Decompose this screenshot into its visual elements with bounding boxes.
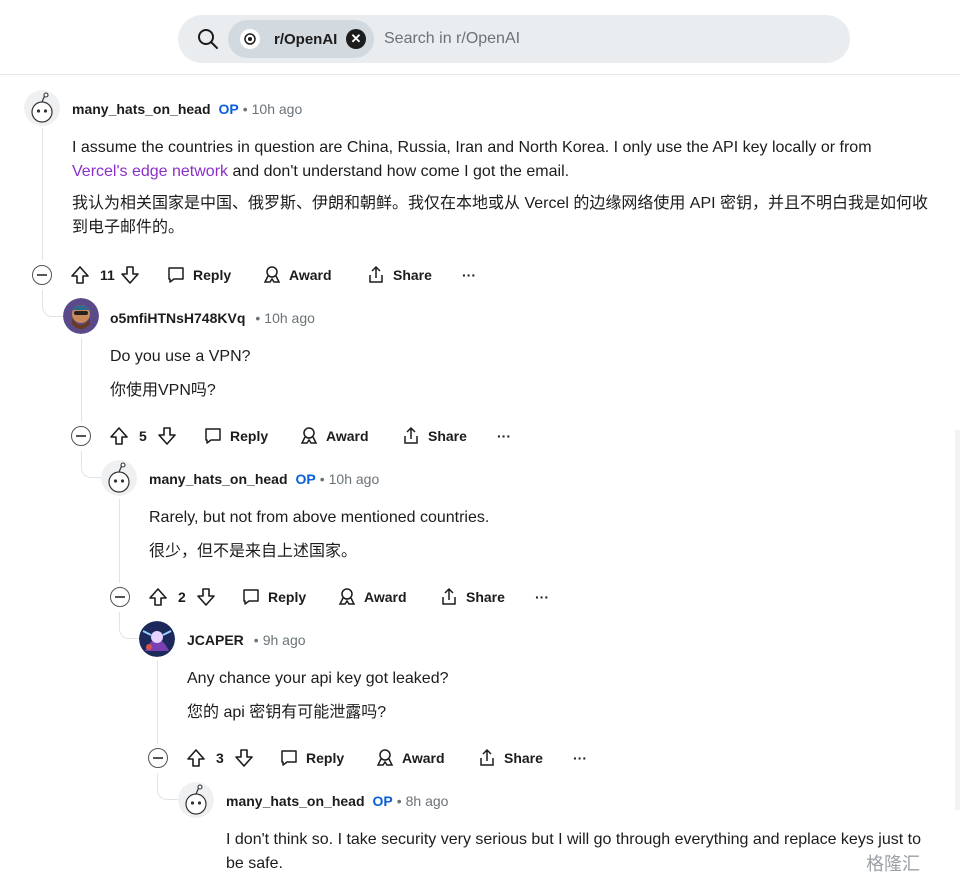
- avatar[interactable]: [101, 460, 137, 496]
- more-options-button[interactable]: ···: [462, 261, 476, 289]
- comment-translation: 您的 api 密钥有可能泄露吗?: [187, 704, 387, 721]
- award-button[interactable]: Award: [375, 744, 445, 772]
- avatar[interactable]: [178, 782, 214, 818]
- comment-body: Any chance your api key got leaked? 您的 a…: [187, 667, 927, 725]
- vote-count: 5: [139, 428, 147, 444]
- username[interactable]: o5mfiHTNsH748KVq: [110, 310, 245, 326]
- comment-meta: many_hats_on_head OP • 10h ago: [72, 101, 303, 117]
- downvote-icon[interactable]: [120, 261, 140, 289]
- thread-line: [42, 128, 43, 260]
- collapse-icon[interactable]: [32, 265, 52, 285]
- comment-body: Do you use a VPN? 你使用VPN吗?: [110, 345, 930, 403]
- award-button[interactable]: Award: [299, 422, 369, 450]
- op-badge: OP: [372, 793, 393, 809]
- upvote-icon[interactable]: [186, 744, 206, 772]
- collapse-icon[interactable]: [110, 587, 130, 607]
- timestamp[interactable]: 8h ago: [406, 793, 449, 809]
- award-button[interactable]: Award: [262, 261, 332, 289]
- reply-icon: [243, 589, 259, 605]
- comment-meta: many_hats_on_head OP • 10h ago: [149, 471, 380, 487]
- timestamp[interactable]: 10h ago: [252, 101, 303, 117]
- vote-count: 11: [100, 267, 115, 283]
- comment-body: I don't think so. I take security very s…: [226, 828, 926, 876]
- username[interactable]: JCAPER: [187, 632, 244, 648]
- thread-line: [119, 499, 120, 583]
- reply-icon: [205, 428, 221, 444]
- thread-line: [81, 338, 82, 422]
- downvote-icon[interactable]: [196, 583, 216, 611]
- thread-connector: [119, 624, 140, 639]
- avatar[interactable]: [139, 621, 175, 657]
- share-button[interactable]: Share: [439, 583, 505, 611]
- share-icon: [480, 748, 494, 766]
- share-icon: [369, 265, 383, 283]
- comment-translation: 你使用VPN吗?: [110, 382, 216, 399]
- upvote-icon[interactable]: [70, 261, 90, 289]
- username[interactable]: many_hats_on_head: [72, 101, 211, 117]
- scrollbar[interactable]: [955, 430, 960, 810]
- timestamp[interactable]: 9h ago: [263, 632, 306, 648]
- watermark: 格隆汇: [866, 854, 920, 874]
- upvote-icon[interactable]: [148, 583, 168, 611]
- share-button[interactable]: Share: [477, 744, 543, 772]
- thread-connector: [81, 463, 102, 478]
- comment-body: Rarely, but not from above mentioned cou…: [149, 506, 929, 564]
- comment-text: I assume the countries in question are C…: [72, 139, 872, 180]
- vote-count: 2: [178, 589, 186, 605]
- reply-button[interactable]: Reply: [203, 422, 268, 450]
- comment-text: Do you use a VPN?: [110, 348, 251, 365]
- share-button[interactable]: Share: [366, 261, 432, 289]
- award-icon: [376, 749, 394, 766]
- comment-thread: many_hats_on_head OP • 10h ago I assume the…: [0, 0, 960, 884]
- award-icon: [338, 588, 356, 605]
- comment-translation: 我认为相关国家是中国、俄罗斯、伊朗和朝鲜。我仅在本地或从 Vercel 的边缘网…: [72, 195, 929, 236]
- reply-icon: [281, 750, 297, 766]
- op-badge: OP: [295, 471, 316, 487]
- reply-button[interactable]: Reply: [166, 261, 231, 289]
- award-icon: [263, 266, 281, 283]
- avatar[interactable]: [24, 90, 60, 126]
- comment-actions: 2 Reply Award Share ···: [110, 583, 570, 611]
- timestamp[interactable]: 10h ago: [264, 310, 315, 326]
- op-badge: OP: [218, 101, 239, 117]
- comment-body: I assume the countries in question are C…: [72, 136, 932, 240]
- comment-translation: 很少，但不是来自上述国家。: [149, 543, 358, 560]
- username[interactable]: many_hats_on_head: [226, 793, 365, 809]
- award-button[interactable]: Award: [337, 583, 407, 611]
- thread-connector: [42, 302, 63, 317]
- comment-meta: JCAPER • 9h ago: [187, 632, 306, 648]
- avatar[interactable]: [63, 298, 99, 334]
- timestamp[interactable]: 10h ago: [329, 471, 380, 487]
- reply-icon: [168, 267, 184, 283]
- reply-button[interactable]: Reply: [241, 583, 306, 611]
- downvote-icon[interactable]: [234, 744, 254, 772]
- comment-text: Rarely, but not from above mentioned cou…: [149, 509, 490, 526]
- comment-meta: o5mfiHTNsH748KVq • 10h ago: [110, 310, 315, 326]
- share-icon: [404, 426, 418, 444]
- comment-meta: many_hats_on_head OP • 8h ago: [226, 793, 449, 809]
- reply-button[interactable]: Reply: [279, 744, 344, 772]
- thread-connector: [157, 785, 178, 800]
- username[interactable]: many_hats_on_head: [149, 471, 288, 487]
- vote-count: 3: [216, 750, 224, 766]
- upvote-icon[interactable]: [109, 422, 129, 450]
- comment-actions: 11 Reply Award Share ···: [32, 261, 492, 289]
- share-button[interactable]: Share: [401, 422, 467, 450]
- more-options-button[interactable]: ···: [535, 583, 549, 611]
- comment-actions: 5 Reply Award Share ···: [71, 422, 531, 450]
- collapse-icon[interactable]: [148, 748, 168, 768]
- more-options-button[interactable]: ···: [497, 422, 511, 450]
- collapse-icon[interactable]: [71, 426, 91, 446]
- more-options-button[interactable]: ···: [573, 744, 587, 772]
- comment-text: I don't think so. I take security very s…: [226, 831, 921, 872]
- comment-text: Any chance your api key got leaked?: [187, 670, 449, 687]
- share-icon: [442, 587, 456, 605]
- link[interactable]: Vercel's edge network: [72, 163, 228, 180]
- downvote-icon[interactable]: [157, 422, 177, 450]
- award-icon: [300, 427, 318, 444]
- thread-line: [157, 660, 158, 744]
- comment-actions: 3 Reply Award Share ···: [148, 744, 608, 772]
